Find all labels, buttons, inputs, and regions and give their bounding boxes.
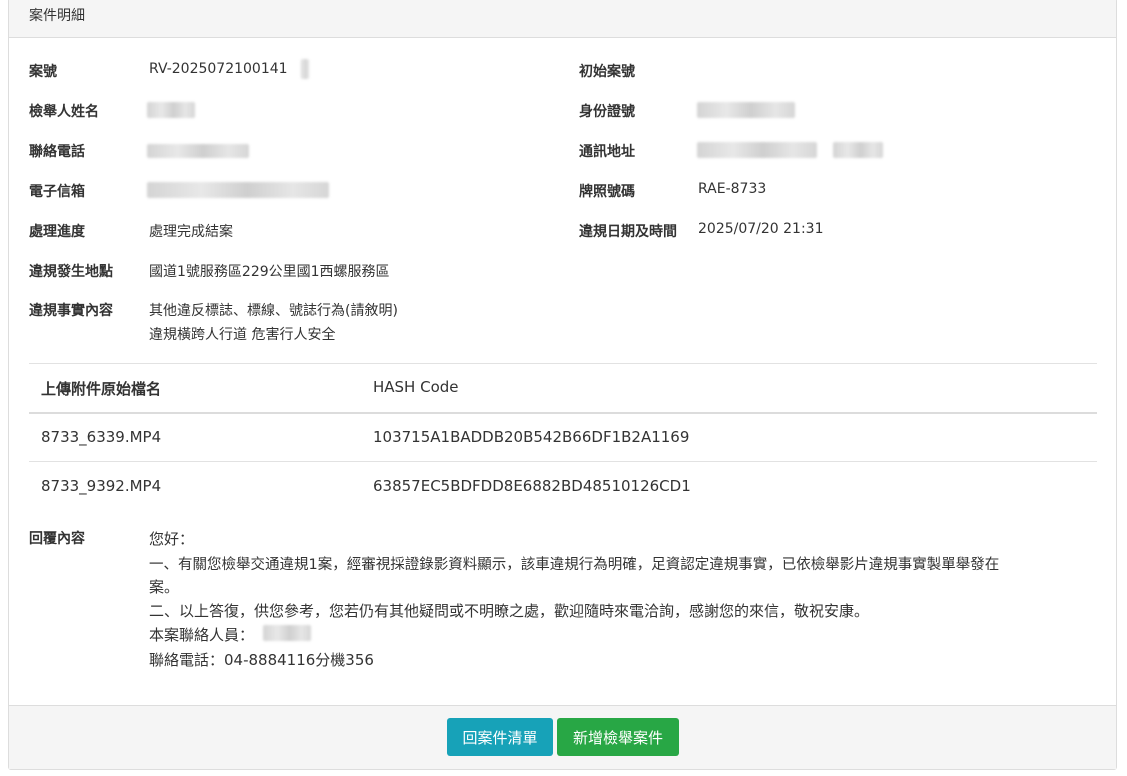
attachment-hash: 103715A1BADDB20B542B66DF1B2A1169: [373, 428, 690, 446]
phone-label: 聯絡電話: [29, 144, 85, 160]
initial-case-no-label: 初始案號: [579, 64, 635, 80]
attachment-filename: 8733_9392.MP4: [41, 477, 162, 495]
location-value: 國道1號服務區229公里國1西螺服務區: [149, 264, 390, 280]
back-to-list-button[interactable]: 回案件清單: [447, 718, 553, 756]
panel-title: 案件明細: [9, 0, 1116, 38]
redacted-reporter-name: [147, 102, 195, 118]
reply-line-6: 聯絡電話：04-8884116分機356: [149, 651, 374, 669]
col-hash-header: HASH Code: [373, 378, 459, 396]
table-row-border: [29, 461, 1097, 462]
redacted-contact-person: [263, 625, 311, 641]
reply-line-4: 二、以上答復，供您參考，您若仍有其他疑問或不明瞭之處，歡迎隨時來電洽詢，感謝您的…: [149, 602, 870, 620]
attachment-filename: 8733_6339.MP4: [41, 428, 162, 446]
case-no-label: 案號: [29, 64, 57, 80]
reply-line-3: 案。: [149, 578, 180, 596]
redacted-address-part1: [697, 142, 817, 158]
facts-line-2: 違規橫跨人行道 危害行人安全: [149, 327, 336, 343]
location-label: 違規發生地點: [29, 264, 113, 280]
section-divider: [29, 363, 1097, 364]
violation-datetime-value: 2025/07/20 21:31: [698, 221, 824, 237]
address-label: 通訊地址: [579, 144, 635, 160]
redacted-email: [147, 182, 329, 198]
redacted-id-no: [697, 102, 795, 118]
progress-label: 處理進度: [29, 224, 85, 240]
reply-line-1: 您好：: [149, 530, 195, 548]
redacted-phone: [147, 144, 249, 158]
violation-datetime-label: 違規日期及時間: [579, 224, 677, 240]
new-report-button[interactable]: 新增檢舉案件: [557, 718, 679, 756]
facts-label: 違規事實內容: [29, 303, 113, 319]
facts-line-1: 其他違反標誌、標線、號誌行為(請敘明): [149, 303, 398, 319]
redacted-case-no-suffix: [301, 59, 309, 79]
reply-label: 回覆內容: [29, 531, 85, 547]
redacted-address-part2: [833, 142, 883, 158]
table-header-border: [29, 412, 1097, 414]
id-no-label: 身份證號: [579, 104, 635, 120]
plate-value: RAE-8733: [698, 181, 767, 197]
case-detail-panel: 案件明細 案號 RV-2025072100141 初始案號 檢舉人姓名 身份證號…: [8, 0, 1117, 770]
attachment-hash: 63857EC5BDFDD8E6882BD48510126CD1: [373, 477, 691, 495]
case-no-value: RV-2025072100141: [149, 61, 288, 77]
panel-footer: 回案件清單 新增檢舉案件: [9, 705, 1116, 769]
email-label: 電子信箱: [29, 184, 85, 200]
progress-value: 處理完成結案: [149, 224, 233, 240]
reply-line-5: 本案聯絡人員：: [149, 626, 255, 644]
col-filename-header: 上傳附件原始檔名: [41, 380, 162, 398]
reply-line-2: 一、有關您檢舉交通違規1案，經審視採證錄影資料顯示，該車違規行為明確，足資認定違…: [149, 557, 1000, 573]
plate-label: 牌照號碼: [579, 184, 635, 200]
reporter-name-label: 檢舉人姓名: [29, 104, 99, 120]
